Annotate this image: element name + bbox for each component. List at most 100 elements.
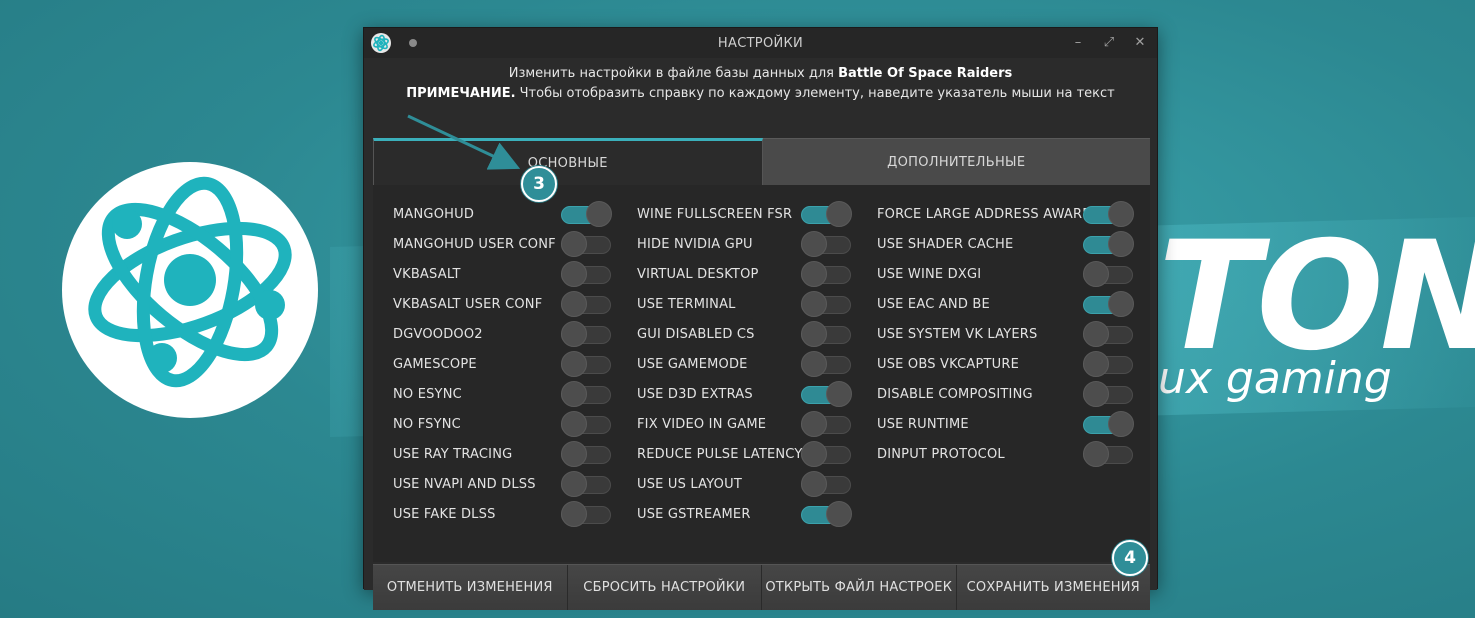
toggle-label[interactable]: VIRTUAL DESKTOP [637,267,759,282]
toggle-column-3: FORCE LARGE ADDRESS AWARE USE SHADER CACH… [877,199,1134,469]
toggle-switch[interactable] [801,231,853,257]
toggle-label[interactable]: USE SYSTEM VK LAYERS [877,327,1037,342]
cancel-changes-button[interactable]: ОТМЕНИТЬ ИЗМЕНЕНИЯ [373,565,568,610]
toggle-switch[interactable] [561,441,613,467]
game-name: Battle Of Space Raiders [838,66,1013,81]
toggle-label[interactable]: USE OBS VKCAPTURE [877,357,1019,372]
toggle-label[interactable]: USE GSTREAMER [637,507,751,522]
toggle-label[interactable]: USE US LAYOUT [637,477,742,492]
toggle-knob [1083,321,1109,347]
toggle-switch[interactable] [561,291,613,317]
maximize-button[interactable]: ⤢ [1101,35,1117,51]
toggle-switch[interactable] [801,501,853,527]
toggle-switch[interactable] [1083,231,1135,257]
toggle-label[interactable]: USE FAKE DLSS [393,507,496,522]
toggles-panel: MANGOHUD MANGOHUD USER CONF VKBASALT VKBASA… [373,185,1150,562]
toggle-switch[interactable] [561,201,613,227]
toggle-switch[interactable] [801,351,853,377]
toggle-label[interactable]: FIX VIDEO IN GAME [637,417,766,432]
toggle-switch[interactable] [1083,261,1135,287]
toggle-switch[interactable] [561,501,613,527]
toggle-switch[interactable] [1083,351,1135,377]
toggle-row: VKBASALT [393,259,611,289]
toggle-switch[interactable] [561,411,613,437]
toggle-label[interactable]: DINPUT PROTOCOL [877,447,1005,462]
toggle-label[interactable]: DGVOODOO2 [393,327,483,342]
toggle-label[interactable]: USE SHADER CACHE [877,237,1013,252]
toggle-knob [801,261,827,287]
toggle-row: USE GAMEMODE [637,349,851,379]
toggle-switch[interactable] [1083,201,1135,227]
toggle-switch[interactable] [1083,381,1135,407]
tab-advanced[interactable]: ДОПОЛНИТЕЛЬНЫЕ [762,138,1150,185]
toggle-label[interactable]: MANGOHUD [393,207,474,222]
toggle-switch[interactable] [561,351,613,377]
toggle-label[interactable]: USE D3D EXTRAS [637,387,753,402]
toggle-switch[interactable] [561,261,613,287]
toggle-switch[interactable] [561,471,613,497]
toggle-label[interactable]: VKBASALT [393,267,461,282]
toggle-label[interactable]: USE RUNTIME [877,417,969,432]
toggle-label[interactable]: USE NVAPI AND DLSS [393,477,536,492]
toggle-knob [1108,231,1134,257]
toggle-knob [801,351,827,377]
close-button[interactable]: ✕ [1132,35,1148,51]
toggle-knob [826,381,852,407]
toggle-switch[interactable] [801,441,853,467]
toggle-switch[interactable] [801,411,853,437]
toggle-switch[interactable] [1083,411,1135,437]
toggle-knob [1108,411,1134,437]
note-label: ПРИМЕЧАНИЕ. [406,86,516,101]
toggle-switch[interactable] [561,321,613,347]
toggle-label[interactable]: GUI DISABLED CS [637,327,755,342]
toggle-label[interactable]: USE EAC AND BE [877,297,990,312]
toggle-knob [1083,261,1109,287]
toggle-switch[interactable] [801,321,853,347]
toggle-knob [1083,381,1109,407]
toggle-knob [561,501,587,527]
toggle-row: MANGOHUD USER CONF [393,229,611,259]
toggle-switch[interactable] [1083,321,1135,347]
toggle-row: HIDE NVIDIA GPU [637,229,851,259]
toggle-label[interactable]: VKBASALT USER CONF [393,297,542,312]
window-titlebar[interactable]: НАСТРОЙКИ – ⤢ ✕ [364,28,1157,58]
toggle-label[interactable]: USE RAY TRACING [393,447,512,462]
toggle-label[interactable]: HIDE NVIDIA GPU [637,237,753,252]
toggle-label[interactable]: USE TERMINAL [637,297,736,312]
toggle-label[interactable]: NO FSYNC [393,417,461,432]
toggle-label[interactable]: USE WINE DXGI [877,267,981,282]
callout-badge-3: 3 [521,166,557,202]
open-settings-file-button[interactable]: ОТКРЫТЬ ФАЙЛ НАСТРОЕК [762,565,957,610]
toggle-knob [801,411,827,437]
toggle-switch[interactable] [1083,291,1135,317]
toggle-switch[interactable] [1083,441,1135,467]
toggle-switch[interactable] [801,261,853,287]
toggle-switch[interactable] [801,291,853,317]
window-title: НАСТРОЙКИ [717,36,804,51]
atom-logo-icon [62,162,318,418]
toggle-label[interactable]: GAMESCOPE [393,357,477,372]
toggle-label[interactable]: MANGOHUD USER CONF [393,237,556,252]
toggle-knob [1083,441,1109,467]
toggle-switch[interactable] [801,201,853,227]
toggle-switch[interactable] [801,381,853,407]
toggle-row: DISABLE COMPOSITING [877,379,1133,409]
tab-basic[interactable]: ОСНОВНЫЕ [373,138,763,185]
minimize-button[interactable]: – [1070,35,1086,51]
toggle-label[interactable]: WINE FULLSCREEN FSR [637,207,792,222]
toggle-column-2: WINE FULLSCREEN FSR HIDE NVIDIA GPU VIRTUA… [637,199,852,529]
toggle-label[interactable]: REDUCE PULSE LATENCY [637,447,802,462]
toggle-switch[interactable] [561,381,613,407]
toggle-switch[interactable] [801,471,853,497]
toggle-label[interactable]: NO ESYNC [393,387,462,402]
reset-settings-button[interactable]: СБРОСИТЬ НАСТРОЙКИ [567,565,762,610]
toggle-row: USE NVAPI AND DLSS [393,469,611,499]
toggle-switch[interactable] [561,231,613,257]
toggle-knob [561,351,587,377]
toggle-label[interactable]: USE GAMEMODE [637,357,748,372]
toggle-label[interactable]: DISABLE COMPOSITING [877,387,1033,402]
toggle-row: NO ESYNC [393,379,611,409]
settings-tabs: ОСНОВНЫЕ ДОПОЛНИТЕЛЬНЫЕ [373,138,1150,185]
toggle-label[interactable]: FORCE LARGE ADDRESS AWARE [877,207,1091,222]
toggle-row: FORCE LARGE ADDRESS AWARE [877,199,1134,229]
